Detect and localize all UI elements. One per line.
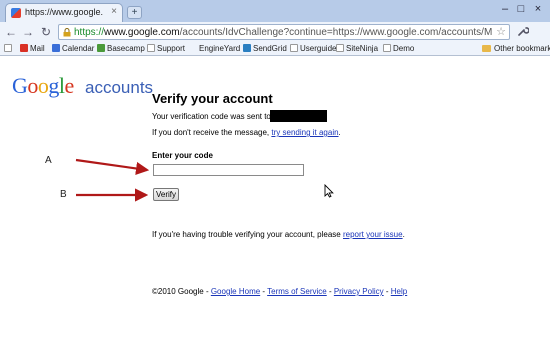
- minimize-icon[interactable]: –: [497, 2, 513, 16]
- code-label: Enter your code: [152, 151, 213, 160]
- calendar-icon: [52, 44, 60, 52]
- bookmark-basecamp[interactable]: Basecamp: [97, 43, 145, 55]
- other-bookmarks[interactable]: Other bookmarks: [482, 43, 550, 55]
- url-path: /accounts/IdvChallenge?continue=https://…: [179, 27, 492, 38]
- bookmark-page-icon[interactable]: [4, 43, 14, 55]
- other-bookmarks-label: Other bookmarks: [494, 44, 550, 53]
- bookmark-mail[interactable]: Mail: [20, 43, 45, 55]
- bookmark-label: EngineYard: [199, 44, 241, 53]
- forward-icon[interactable]: →: [20, 24, 36, 40]
- mouse-cursor-icon: [324, 184, 334, 198]
- folder-icon: [482, 45, 491, 52]
- page-icon: [147, 44, 155, 52]
- footer-link-google-home[interactable]: Google Home: [211, 287, 260, 296]
- resend-suffix: .: [338, 128, 341, 137]
- resend-link[interactable]: try sending it again: [271, 128, 338, 137]
- basecamp-icon: [97, 44, 105, 52]
- wrench-icon[interactable]: [516, 25, 530, 39]
- report-issue-link[interactable]: report your issue: [343, 230, 403, 239]
- annotation-arrow-a: [75, 158, 150, 176]
- window-close-icon[interactable]: ×: [530, 2, 546, 16]
- footer-link-help[interactable]: Help: [391, 287, 407, 296]
- back-icon[interactable]: ←: [3, 24, 19, 40]
- page-icon: [290, 44, 298, 52]
- footer: ©2010 Google - Google Home - Terms of Se…: [152, 287, 407, 296]
- page-title: Verify your account: [152, 91, 273, 106]
- page-icon: [383, 44, 391, 52]
- url-scheme: https://: [74, 27, 105, 38]
- title-bar: https://www.google.com/a... × + – □ ×: [0, 0, 550, 22]
- address-url: https://www.google.com/accounts/IdvChall…: [74, 26, 492, 39]
- sent-message: Your verification code was sent to: [152, 112, 271, 121]
- footer-sep: -: [203, 287, 211, 296]
- logo-accounts-text: accounts: [85, 78, 154, 97]
- bookmark-calendar[interactable]: Calendar: [52, 43, 94, 55]
- bookmark-star-icon[interactable]: ☆: [496, 25, 506, 39]
- redacted-phone: [270, 110, 327, 122]
- tab-close-icon[interactable]: ×: [111, 6, 117, 18]
- annotation-label-b: B: [60, 189, 67, 200]
- bookmarks-bar: Mail Calendar Basecamp Support EngineYar…: [0, 42, 550, 56]
- bookmark-label: Userguide: [300, 44, 337, 53]
- trouble-prefix: If you're having trouble verifying your …: [152, 230, 341, 239]
- bookmark-label: Support: [157, 44, 186, 53]
- tab-title: https://www.google.com/a...: [25, 7, 103, 17]
- footer-link-terms[interactable]: Terms of Service: [267, 287, 327, 296]
- bookmark-label: Basecamp: [107, 44, 145, 53]
- bookmark-siteninja[interactable]: SiteNinja: [336, 43, 378, 55]
- bookmark-sendgrid[interactable]: SendGrid: [243, 43, 287, 55]
- resend-prefix: If you don't receive the message,: [152, 128, 270, 137]
- bookmark-demo[interactable]: Demo: [383, 43, 414, 55]
- footer-copyright: ©2010 Google: [152, 287, 204, 296]
- google-logo: Google: [12, 73, 74, 98]
- bookmark-label: Calendar: [62, 44, 95, 53]
- bookmark-label: Demo: [393, 44, 415, 53]
- footer-sep: -: [383, 287, 391, 296]
- browser-toolbar: ← → ↻ https://www.google.com/accounts/Id…: [0, 22, 550, 42]
- resend-message: If you don't receive the message, try se…: [152, 128, 341, 137]
- bookmark-userguide[interactable]: Userguide: [290, 43, 336, 55]
- bookmark-support[interactable]: Support: [147, 43, 185, 55]
- trouble-suffix: .: [402, 230, 405, 239]
- lock-icon: [63, 28, 71, 37]
- sendgrid-icon: [243, 44, 251, 52]
- new-tab-button[interactable]: +: [127, 6, 142, 19]
- verification-code-input[interactable]: [153, 164, 304, 176]
- bookmark-label: SiteNinja: [346, 44, 379, 53]
- google-favicon-icon: [11, 8, 21, 18]
- url-host: www.google.com: [104, 27, 180, 38]
- trouble-message: If you're having trouble verifying your …: [152, 230, 405, 239]
- browser-tab[interactable]: https://www.google.com/a... ×: [5, 3, 123, 22]
- bookmark-engineyard[interactable]: EngineYard: [199, 43, 240, 55]
- maximize-icon[interactable]: □: [513, 2, 529, 16]
- footer-sep: -: [326, 287, 334, 296]
- verify-button[interactable]: Verify: [153, 188, 179, 201]
- bookmark-label: SendGrid: [253, 44, 287, 53]
- footer-link-privacy[interactable]: Privacy Policy: [334, 287, 384, 296]
- reload-icon[interactable]: ↻: [38, 24, 54, 40]
- annotation-label-a: A: [45, 155, 52, 166]
- bookmark-label: Mail: [30, 44, 45, 53]
- gmail-icon: [20, 44, 28, 52]
- page-icon: [336, 44, 344, 52]
- address-bar[interactable]: https://www.google.com/accounts/IdvChall…: [58, 24, 510, 40]
